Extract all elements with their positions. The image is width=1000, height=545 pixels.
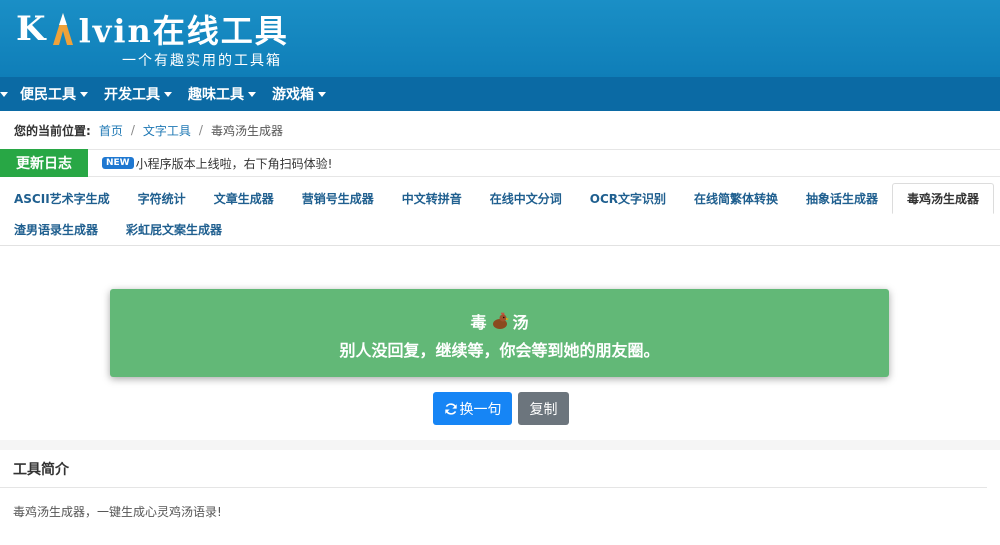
changelog-button[interactable]: 更新日志	[0, 149, 88, 177]
chicken-icon	[492, 312, 509, 329]
soup-card: 毒 汤 别人没回复，继续等，你会等到她的朋友圈。	[110, 289, 889, 377]
breadcrumb-separator: /	[198, 123, 203, 137]
tab-marketing-gen[interactable]: 营销号生成器	[288, 183, 388, 214]
soup-quote: 别人没回复，继续等，你会等到她的朋友圈。	[339, 341, 660, 360]
intro-title: 工具简介	[0, 450, 987, 488]
tool-workarea: 毒 汤 别人没回复，继续等，你会等到她的朋友圈。 换一句 复制	[0, 246, 1000, 441]
chevron-down-icon	[80, 91, 88, 97]
site-slogan: 一个有趣实用的工具箱	[122, 53, 282, 69]
breadcrumb-current: 毒鸡汤生成器	[210, 123, 283, 138]
chevron-down-icon	[318, 91, 326, 97]
site-logo[interactable]: K lvin在线工具	[16, 6, 289, 52]
tab-rainbow-fart[interactable]: 彩虹屁文案生成器	[112, 214, 236, 245]
chevron-down-icon	[0, 91, 8, 97]
tab-abstract-gen[interactable]: 抽象话生成器	[792, 183, 892, 214]
breadcrumb-home-link[interactable]: 首页	[99, 122, 123, 139]
nav-item-label: 游戏箱	[272, 87, 314, 103]
intro-description: 毒鸡汤生成器，一键生成心灵鸡汤语录!	[13, 505, 222, 519]
nav-item-dev[interactable]: 开发工具	[98, 77, 182, 111]
breadcrumb-category-link[interactable]: 文字工具	[143, 122, 191, 139]
tool-intro: 工具简介 毒鸡汤生成器，一键生成心灵鸡汤语录!	[0, 450, 1000, 545]
changelog-text[interactable]: 小程序版本上线啦，右下角扫码体验!	[136, 155, 333, 172]
refresh-icon	[444, 402, 457, 415]
section-divider	[0, 440, 1000, 450]
action-buttons: 换一句 复制	[433, 392, 569, 425]
logo-text: lvin在线工具	[78, 12, 289, 50]
main-navbar: 便民工具 开发工具 趣味工具 游戏箱	[0, 77, 1000, 111]
changelog-bar: 更新日志 NEW 小程序版本上线啦，右下角扫码体验!	[0, 149, 1000, 177]
change-quote-button[interactable]: 换一句	[433, 392, 512, 425]
nav-item-convenience[interactable]: 便民工具	[20, 77, 98, 111]
chevron-down-icon	[164, 91, 172, 97]
breadcrumb-label: 您的当前位置:	[14, 123, 91, 138]
nav-item-games[interactable]: 游戏箱	[266, 77, 336, 111]
soup-title-left: 毒	[470, 313, 487, 332]
change-quote-label: 换一句	[459, 401, 502, 418]
tab-ascii-art[interactable]: ASCII艺术字生成	[0, 183, 124, 214]
tab-char-count[interactable]: 字符统计	[124, 183, 200, 214]
tab-ocr[interactable]: OCR文字识别	[576, 183, 680, 214]
nav-item-label: 便民工具	[20, 87, 76, 103]
chevron-down-icon	[248, 91, 256, 97]
copy-button[interactable]: 复制	[518, 392, 569, 425]
breadcrumb: 您的当前位置: 首页 / 文字工具 / 毒鸡汤生成器	[0, 111, 1000, 149]
site-header: K lvin在线工具 一个有趣实用的工具箱	[0, 0, 1000, 77]
soup-title: 毒 汤	[110, 309, 889, 333]
nav-item-label: 趣味工具	[188, 87, 244, 103]
soup-title-right: 汤	[512, 313, 529, 332]
tool-tabs: ASCII艺术字生成 字符统计 文章生成器 营销号生成器 中文转拼音 在线中文分…	[0, 177, 1000, 246]
new-badge: NEW	[102, 157, 134, 169]
nav-item-fun[interactable]: 趣味工具	[182, 77, 266, 111]
tab-article-gen[interactable]: 文章生成器	[200, 183, 288, 214]
logo-letter-k: K	[16, 9, 47, 49]
tab-scumbag-quotes[interactable]: 渣男语录生成器	[0, 214, 112, 245]
tab-word-segment[interactable]: 在线中文分词	[476, 183, 576, 214]
lightning-icon	[52, 13, 73, 45]
breadcrumb-separator: /	[130, 123, 135, 137]
nav-item-label: 开发工具	[104, 87, 160, 103]
tab-pinyin[interactable]: 中文转拼音	[388, 183, 476, 214]
tab-simp-trad[interactable]: 在线简繁体转换	[680, 183, 792, 214]
tab-poison-soup[interactable]: 毒鸡汤生成器	[892, 183, 995, 214]
